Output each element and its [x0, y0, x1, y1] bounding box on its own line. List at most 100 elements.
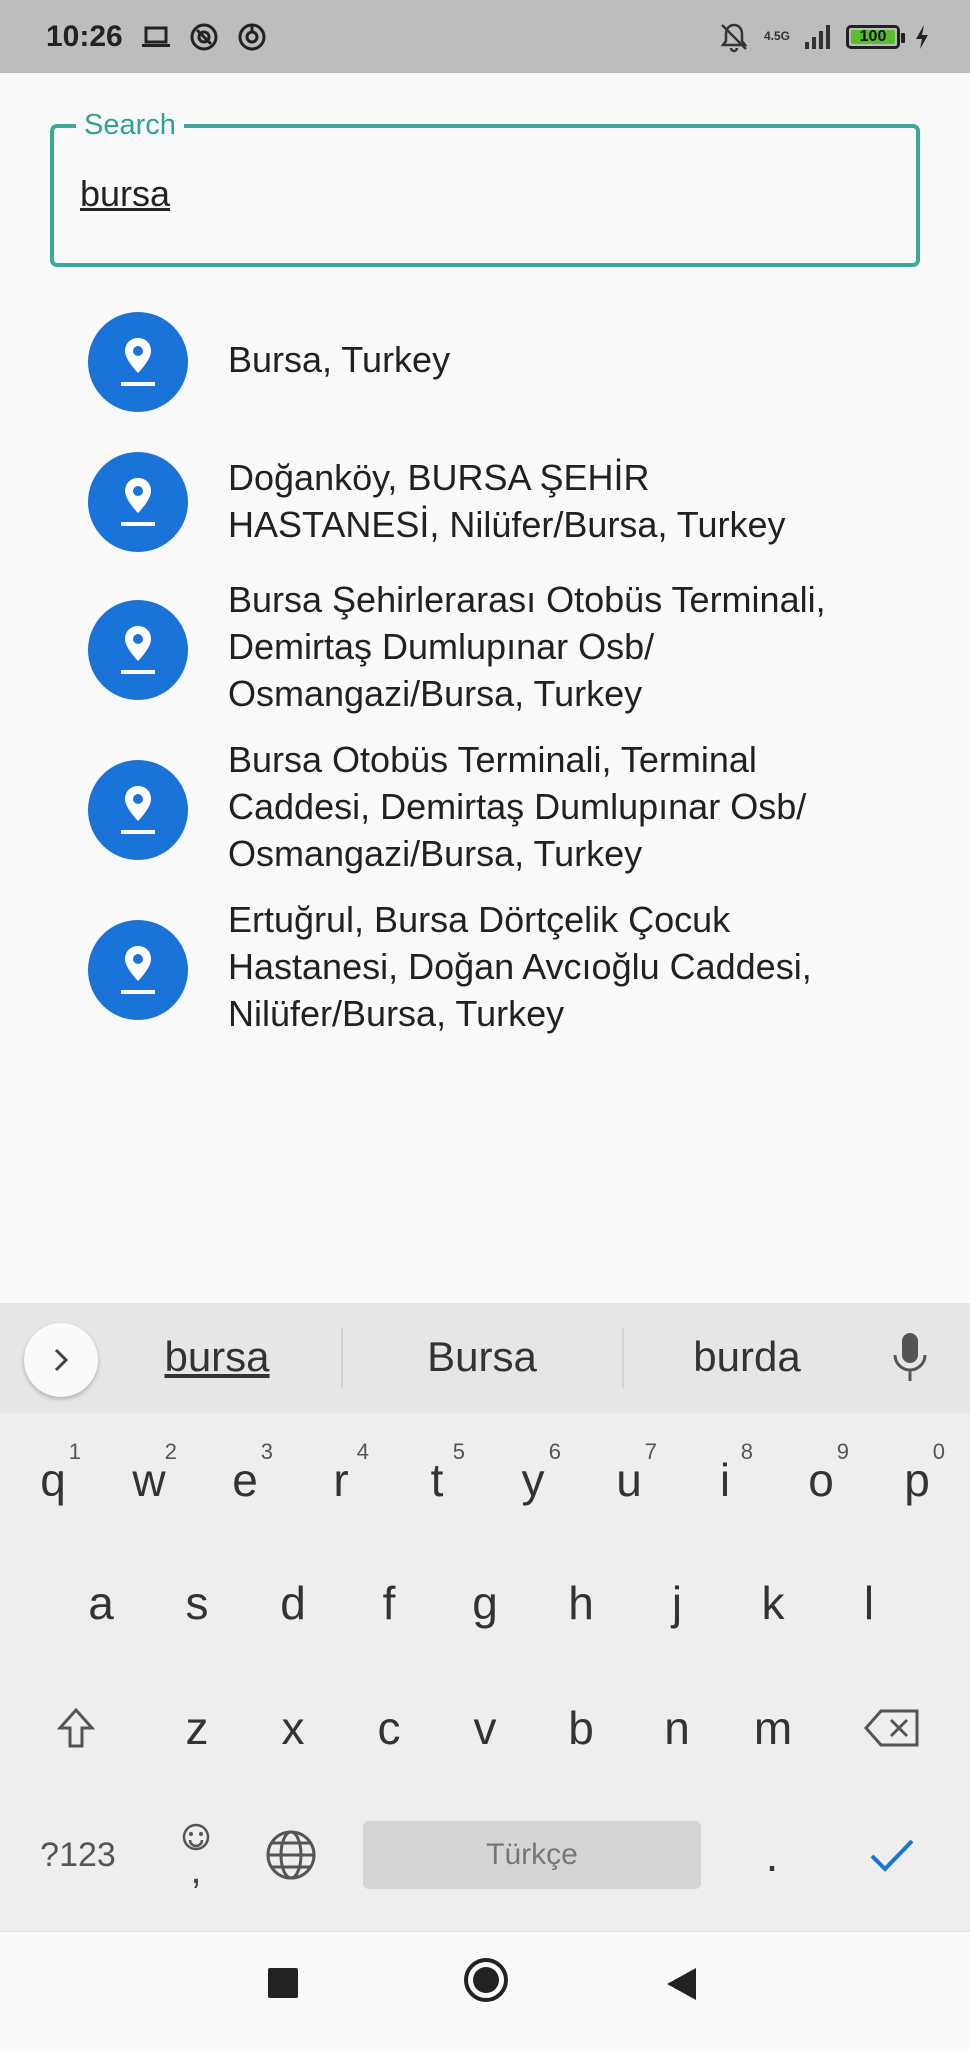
key-hint: 3: [260, 1439, 273, 1464]
recents-square-icon: [268, 1968, 298, 1998]
status-time: 10:26: [46, 19, 123, 53]
result-text: Bursa, Turkey: [228, 339, 451, 380]
globe-icon: [266, 1830, 316, 1880]
suggestion-bar: bursa Bursa burda: [0, 1303, 970, 1413]
home-circle-icon: [464, 1958, 508, 2002]
key-p[interactable]: p0: [869, 1425, 965, 1535]
vpn-key-icon: [189, 22, 219, 52]
key-label: o: [808, 1454, 834, 1506]
laptop-icon: [141, 25, 171, 49]
keyboard: bursa Bursa burda q1 w2 e3 r4 t5 y6 u7 i…: [0, 1303, 970, 1931]
key-f[interactable]: f: [341, 1548, 437, 1658]
suggestion-3[interactable]: burda: [622, 1333, 872, 1381]
chevron-right-icon: [54, 1348, 69, 1372]
result-item[interactable]: Bursa Şehirlerarası Otobüs Terminali, De…: [0, 579, 970, 714]
signal-icon: [804, 24, 832, 50]
network-type-label: 4.5G: [763, 29, 790, 43]
key-hint: 5: [452, 1439, 465, 1464]
result-item[interactable]: Bursa Otobüs Terminali, Terminal Caddesi…: [0, 739, 970, 874]
key-d[interactable]: d: [245, 1548, 341, 1658]
backspace-key[interactable]: [844, 1673, 940, 1783]
checkmark-icon: [870, 1839, 914, 1872]
shift-arrow-icon: [56, 1707, 96, 1748]
key-label: r: [333, 1454, 349, 1506]
key-w[interactable]: w2: [101, 1425, 197, 1535]
search-label: Search: [76, 106, 184, 144]
key-hint: 0: [932, 1439, 945, 1464]
key-i[interactable]: i8: [677, 1425, 773, 1535]
key-label: y: [521, 1454, 545, 1506]
key-u[interactable]: u7: [581, 1425, 677, 1535]
location-pin-icon: [88, 920, 188, 1020]
search-field[interactable]: Search: [50, 106, 920, 267]
key-hint: 8: [740, 1439, 753, 1464]
key-z[interactable]: z: [149, 1673, 245, 1783]
key-y[interactable]: y6: [485, 1425, 581, 1535]
result-item[interactable]: Bursa, Turkey: [0, 310, 970, 414]
key-q[interactable]: q1: [5, 1425, 101, 1535]
key-hint: 6: [548, 1439, 561, 1464]
battery-icon: 100: [846, 24, 905, 49]
expand-toolbar-button[interactable]: [24, 1323, 98, 1397]
key-n[interactable]: n: [629, 1673, 725, 1783]
key-hint: 7: [644, 1439, 657, 1464]
key-k[interactable]: k: [725, 1548, 821, 1658]
key-hint: 9: [836, 1439, 849, 1464]
backspace-icon: [863, 1709, 919, 1747]
shift-key[interactable]: [28, 1673, 124, 1783]
key-h[interactable]: h: [533, 1548, 629, 1658]
key-label: i: [719, 1454, 731, 1506]
emoji-comma-key[interactable]: ,: [148, 1800, 244, 1910]
microphone-icon[interactable]: [892, 1331, 928, 1390]
space-bar[interactable]: Türkçe: [363, 1821, 701, 1889]
result-text: Bursa Otobüs Terminali, Terminal Caddesi…: [228, 739, 807, 874]
language-key[interactable]: [243, 1800, 339, 1910]
result-item[interactable]: Doğanköy, BURSA ŞEHİR HASTANESİ, Nilüfer…: [0, 450, 970, 554]
navigation-bar: [0, 1931, 970, 2049]
key-label: e: [232, 1454, 258, 1506]
suggestion-divider: [341, 1328, 343, 1388]
key-x[interactable]: x: [245, 1673, 341, 1783]
enter-key[interactable]: [844, 1800, 940, 1910]
key-label: q: [40, 1454, 66, 1506]
result-text: Ertuğrul, Bursa Dörtçelik Çocuk Hastanes…: [228, 899, 812, 1034]
key-label: p: [904, 1454, 930, 1506]
key-m[interactable]: m: [725, 1673, 821, 1783]
key-label: t: [430, 1454, 444, 1506]
key-hint: 2: [164, 1439, 177, 1464]
status-bar: 10:26 4.5G 100: [0, 0, 970, 73]
key-v[interactable]: v: [437, 1673, 533, 1783]
key-a[interactable]: a: [53, 1548, 149, 1658]
result-text: Bursa Şehirlerarası Otobüs Terminali, De…: [228, 579, 826, 714]
home-button[interactable]: [462, 1956, 510, 2004]
location-pin-icon: [88, 600, 188, 700]
suggestion-2[interactable]: Bursa: [357, 1333, 607, 1381]
key-hint: 4: [356, 1439, 369, 1464]
battery-level: 100: [859, 27, 887, 45]
location-pin-icon: [88, 312, 188, 412]
key-t[interactable]: t5: [389, 1425, 485, 1535]
result-item[interactable]: Ertuğrul, Bursa Dörtçelik Çocuk Hastanes…: [0, 899, 970, 1034]
result-text: Doğanköy, BURSA ŞEHİR HASTANESİ, Nilüfer…: [228, 457, 786, 545]
key-o[interactable]: o9: [773, 1425, 869, 1535]
symbols-key[interactable]: ?123: [28, 1800, 128, 1910]
key-r[interactable]: r4: [293, 1425, 389, 1535]
key-b[interactable]: b: [533, 1673, 629, 1783]
period-key[interactable]: .: [724, 1800, 820, 1910]
network-type: 4.5G: [764, 30, 790, 43]
search-input[interactable]: [80, 168, 860, 220]
suggestion-1[interactable]: bursa: [92, 1333, 342, 1381]
key-g[interactable]: g: [437, 1548, 533, 1658]
location-pin-icon: [88, 760, 188, 860]
key-j[interactable]: j: [629, 1548, 725, 1658]
charging-bolt-icon: [914, 24, 930, 50]
key-s[interactable]: s: [149, 1548, 245, 1658]
key-l[interactable]: l: [821, 1548, 917, 1658]
back-button[interactable]: [664, 1966, 698, 2002]
key-c[interactable]: c: [341, 1673, 437, 1783]
comma-label: ,: [190, 1848, 202, 1892]
back-triangle-icon: [667, 1968, 696, 2000]
recents-button[interactable]: [266, 1966, 300, 2000]
sync-circle-icon: [237, 22, 267, 52]
key-e[interactable]: e3: [197, 1425, 293, 1535]
